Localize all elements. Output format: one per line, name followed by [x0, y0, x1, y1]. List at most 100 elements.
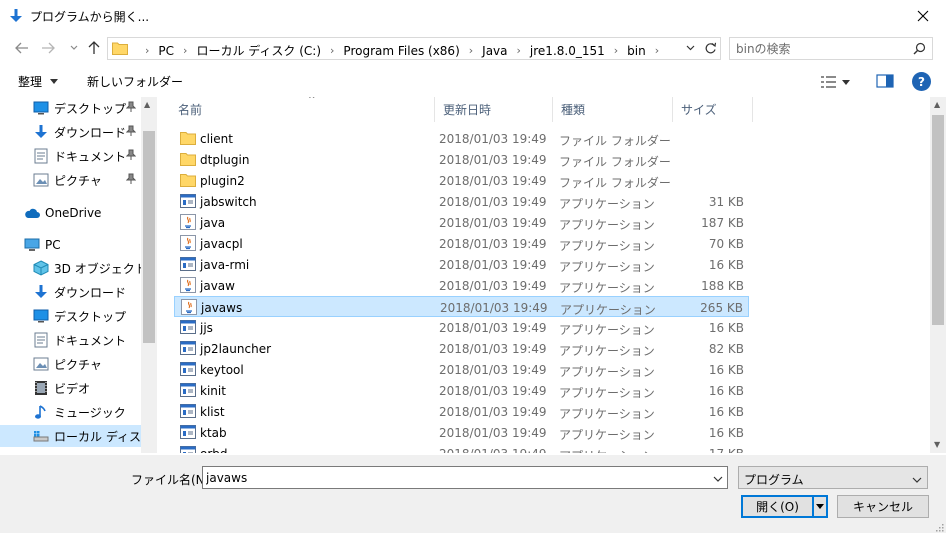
file-row[interactable]: client 2018/01/03 19:49 ファイル フォルダー — [174, 128, 749, 149]
change-view-button[interactable] — [820, 72, 860, 92]
scroll-up-arrow-icon[interactable]: ▲ — [144, 100, 150, 109]
desktop-icon — [33, 308, 49, 324]
window-title: プログラムから開く... — [30, 10, 150, 24]
nav-item-pc-pictures[interactable]: ピクチャ — [0, 353, 141, 375]
crumb-pc[interactable]: PC — [158, 44, 174, 58]
crumb-bin[interactable]: bin — [627, 44, 646, 58]
scroll-up-arrow-icon[interactable]: ▲ — [934, 100, 940, 109]
app-icon — [180, 424, 196, 440]
close-button[interactable] — [900, 0, 946, 32]
file-row[interactable]: jjs 2018/01/03 19:49 アプリケーション 16 KB — [174, 317, 749, 338]
file-row[interactable]: java 2018/01/03 19:49 アプリケーション 187 KB — [174, 212, 749, 233]
pin-icon[interactable] — [125, 173, 137, 188]
nav-scrollbar[interactable]: ▲ — [141, 97, 157, 453]
navigation-pane: デスクトップ ダウンロード ドキュメント ピクチャ OneDrive PC 3D… — [0, 97, 157, 453]
file-row[interactable]: ktab 2018/01/03 19:49 アプリケーション 16 KB — [174, 422, 749, 443]
nav-item-videos[interactable]: ビデオ — [0, 377, 141, 399]
file-row[interactable]: dtplugin 2018/01/03 19:49 ファイル フォルダー — [174, 149, 749, 170]
arrow-up-icon — [88, 41, 100, 54]
crumb-java[interactable]: Java — [482, 44, 507, 58]
address-history-button[interactable] — [683, 40, 697, 56]
file-name: dtplugin — [200, 153, 250, 167]
nav-item-onedrive[interactable]: OneDrive — [0, 202, 141, 224]
file-row[interactable]: javaw 2018/01/03 19:49 アプリケーション 188 KB — [174, 275, 749, 296]
nav-item-pc-desktop[interactable]: デスクトップ — [0, 305, 141, 327]
nav-item-pc[interactable]: PC — [0, 234, 141, 256]
file-row[interactable]: javaws 2018/01/03 19:49 アプリケーション 265 KB — [174, 296, 749, 317]
help-icon[interactable]: ? — [912, 72, 931, 91]
nav-item-3d-objects[interactable]: 3D オブジェクト — [0, 257, 141, 279]
recent-locations-button[interactable] — [64, 38, 84, 58]
nav-item-pc-downloads[interactable]: ダウンロード — [0, 281, 141, 303]
pictures-icon — [33, 172, 49, 188]
file-row[interactable]: orbd 2018/01/03 19:49 アプリケーション 17 KB — [174, 443, 749, 453]
file-name: javaws — [201, 301, 243, 315]
resize-grip-icon[interactable] — [934, 521, 944, 532]
preview-pane-button[interactable] — [876, 73, 894, 91]
open-options-button[interactable] — [813, 495, 828, 518]
file-row[interactable]: java-rmi 2018/01/03 19:49 アプリケーション 16 KB — [174, 254, 749, 275]
file-row[interactable]: keytool 2018/01/03 19:49 アプリケーション 16 KB — [174, 359, 749, 380]
address-bar[interactable]: › PC › ローカル ディスク (C:) › Program Files (x… — [107, 37, 721, 60]
refresh-button[interactable] — [700, 38, 720, 58]
file-row[interactable]: plugin2 2018/01/03 19:49 ファイル フォルダー — [174, 170, 749, 191]
file-size: 16 KB — [708, 363, 744, 377]
file-size: 265 KB — [700, 301, 743, 315]
nav-item-downloads[interactable]: ダウンロード — [0, 121, 141, 143]
pin-icon[interactable] — [125, 101, 137, 116]
file-row[interactable]: javacpl 2018/01/03 19:49 アプリケーション 70 KB — [174, 233, 749, 254]
crumb-program-files[interactable]: Program Files (x86) — [343, 44, 459, 58]
column-header-size[interactable]: サイズ — [673, 97, 753, 122]
file-list-scrollbar[interactable]: ▲ ▼ — [930, 97, 946, 453]
file-row[interactable]: klist 2018/01/03 19:49 アプリケーション 16 KB — [174, 401, 749, 422]
chevron-right-icon[interactable]: › — [330, 44, 334, 57]
filename-input[interactable] — [206, 470, 701, 486]
filetype-select[interactable]: プログラム — [738, 466, 928, 489]
search-box[interactable] — [729, 37, 933, 60]
cancel-button[interactable]: キャンセル — [837, 495, 929, 518]
back-button[interactable] — [12, 38, 32, 58]
column-header-name[interactable]: 名前 ^ — [170, 97, 435, 122]
nav-item-music[interactable]: ミュージック — [0, 401, 141, 423]
crumb-local-disk[interactable]: ローカル ディスク (C:) — [196, 42, 321, 59]
search-input[interactable] — [736, 41, 906, 57]
file-type: アプリケーション — [559, 281, 655, 295]
nav-scrollbar-thumb[interactable] — [143, 131, 155, 343]
chevron-right-icon[interactable]: › — [183, 44, 187, 57]
file-type: アプリケーション — [559, 447, 655, 453]
nav-item-local-disk[interactable]: ローカル ディスク (C:) — [0, 425, 141, 447]
file-type: アプリケーション — [559, 260, 655, 274]
column-header-type[interactable]: 種類 — [553, 97, 673, 122]
file-list-scrollbar-thumb[interactable] — [932, 115, 944, 325]
chevron-down-icon[interactable] — [713, 471, 723, 485]
nav-item-desktop[interactable]: デスクトップ — [0, 97, 141, 119]
file-row[interactable]: jp2launcher 2018/01/03 19:49 アプリケーション 82 KB — [174, 338, 749, 359]
file-row[interactable]: jabswitch 2018/01/03 19:49 アプリケーション 31 KB — [174, 191, 749, 212]
scroll-down-arrow-icon[interactable]: ▼ — [934, 440, 940, 449]
up-button[interactable] — [84, 38, 104, 58]
pin-icon[interactable] — [125, 125, 137, 140]
forward-button[interactable] — [38, 38, 58, 58]
new-folder-button[interactable]: 新しいフォルダー — [87, 73, 183, 90]
app-icon — [180, 361, 196, 377]
chevron-right-icon[interactable]: › — [145, 44, 149, 57]
chevron-right-icon[interactable]: › — [469, 44, 473, 57]
open-button[interactable]: 開く(O) — [741, 495, 814, 518]
file-row[interactable]: kinit 2018/01/03 19:49 アプリケーション 16 KB — [174, 380, 749, 401]
crumb-jre[interactable]: jre1.8.0_151 — [530, 44, 605, 58]
search-icon[interactable] — [913, 42, 926, 58]
chevron-right-icon[interactable]: › — [614, 44, 618, 57]
file-name: javacpl — [200, 237, 243, 251]
file-name: jjs — [200, 321, 213, 335]
chevron-right-icon[interactable]: › — [655, 44, 659, 57]
app-icon — [180, 340, 196, 356]
filename-combobox[interactable] — [202, 466, 728, 489]
organize-button[interactable]: 整理 — [18, 73, 59, 90]
nav-item-documents[interactable]: ドキュメント — [0, 145, 141, 167]
nav-item-pictures[interactable]: ピクチャ — [0, 169, 141, 191]
nav-item-pc-documents[interactable]: ドキュメント — [0, 329, 141, 351]
column-header-date[interactable]: 更新日時 — [435, 97, 553, 122]
chevron-right-icon[interactable]: › — [517, 44, 521, 57]
pin-icon[interactable] — [125, 149, 137, 164]
file-date: 2018/01/03 19:49 — [439, 384, 547, 398]
